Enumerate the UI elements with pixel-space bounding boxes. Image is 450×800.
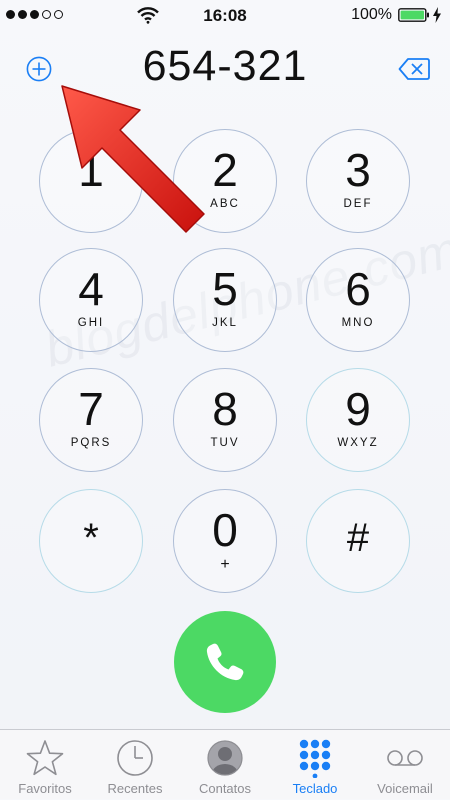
- key-letters: PQRS: [70, 437, 112, 449]
- tab-label: Recentes: [107, 781, 163, 796]
- tab-label: Contatos: [198, 781, 252, 796]
- key-digit: 7: [78, 383, 104, 435]
- key-letters: DEF: [343, 198, 373, 210]
- tab-teclado[interactable]: Teclado: [270, 730, 360, 800]
- key-1[interactable]: 1: [39, 129, 143, 233]
- key-letters: JKL: [212, 317, 238, 329]
- key-star[interactable]: *: [39, 489, 143, 593]
- key-letters: TUV: [210, 437, 240, 449]
- key-digit: 6: [345, 263, 371, 315]
- tab-label: Voicemail: [377, 781, 433, 796]
- tab-recentes[interactable]: Recentes: [90, 730, 180, 800]
- phone-icon: [206, 643, 244, 681]
- tab-label: Teclado: [292, 781, 338, 796]
- key-letters: MNO: [341, 317, 375, 329]
- key-letters: ABC: [210, 198, 240, 210]
- key-3[interactable]: 3 DEF: [306, 129, 410, 233]
- key-9[interactable]: 9 WXYZ: [306, 368, 410, 472]
- key-digit: 8: [212, 383, 238, 435]
- tab-bar: Favoritos Recentes Contatos Teclado Voic…: [0, 729, 450, 799]
- keypad: 1 2 ABC 3 DEF 4 GHI 5 JKL 6 MNO 7 PQRS 8…: [0, 0, 450, 600]
- key-0[interactable]: 0 +: [173, 489, 277, 593]
- key-digit: 5: [212, 263, 238, 315]
- key-digit: *: [83, 516, 99, 560]
- key-digit: #: [346, 516, 370, 560]
- keypad-icon: [299, 739, 331, 778]
- tab-label: Favoritos: [18, 781, 72, 796]
- clock-icon: [117, 740, 153, 776]
- tab-voicemail[interactable]: Voicemail: [360, 730, 450, 800]
- key-hash[interactable]: #: [306, 489, 410, 593]
- key-digit: 0: [212, 504, 238, 556]
- key-digit: 9: [345, 383, 371, 435]
- key-7[interactable]: 7 PQRS: [39, 368, 143, 472]
- key-4[interactable]: 4 GHI: [39, 248, 143, 352]
- call-button[interactable]: [174, 611, 276, 713]
- key-8[interactable]: 8 TUV: [173, 368, 277, 472]
- contacts-icon: [207, 740, 243, 776]
- key-digit: 3: [345, 144, 371, 196]
- key-2[interactable]: 2 ABC: [173, 129, 277, 233]
- key-digit: 2: [212, 144, 238, 196]
- voicemail-icon: [387, 750, 423, 766]
- tab-favoritos[interactable]: Favoritos: [0, 730, 90, 800]
- key-letters: WXYZ: [337, 437, 379, 449]
- tab-contatos[interactable]: Contatos: [180, 730, 270, 800]
- key-letters: +: [220, 556, 230, 573]
- key-digit: 1: [78, 144, 104, 196]
- star-icon: [26, 740, 64, 776]
- key-letters: GHI: [77, 317, 105, 329]
- key-digit: 4: [78, 263, 104, 315]
- key-5[interactable]: 5 JKL: [173, 248, 277, 352]
- key-6[interactable]: 6 MNO: [306, 248, 410, 352]
